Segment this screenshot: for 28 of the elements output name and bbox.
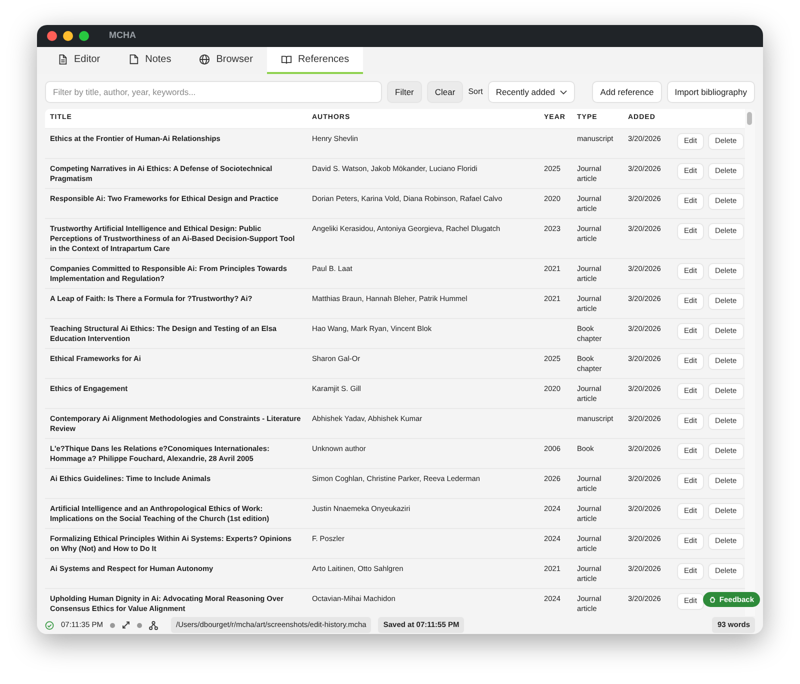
window-title: MCHA (109, 29, 136, 42)
sort-label: Sort (468, 86, 483, 98)
filter-button[interactable]: Filter (387, 81, 422, 103)
table-row[interactable] (45, 218, 745, 258)
book-icon (280, 54, 292, 65)
globe-icon (199, 54, 210, 65)
page-icon (128, 54, 140, 65)
search-field[interactable]: Filter by title, author, year, keywords... (45, 81, 382, 103)
zoom-button[interactable] (79, 31, 89, 41)
bug-icon (709, 596, 716, 603)
document-icon (57, 54, 68, 65)
minimize-button[interactable] (63, 31, 73, 41)
chevron-down-icon (560, 90, 568, 94)
scrollbar-thumb[interactable] (747, 112, 752, 125)
tab[interactable]: Browser (185, 47, 267, 74)
close-button[interactable] (47, 31, 57, 41)
clear-button[interactable]: Clear (426, 81, 464, 103)
status-dot (136, 622, 142, 628)
tab[interactable]: References (266, 47, 364, 74)
check-circle-icon (45, 620, 54, 630)
import-button[interactable]: Import bibliography (666, 81, 755, 103)
add-reference-button[interactable]: Add reference (592, 81, 662, 103)
tab[interactable]: Notes (114, 47, 186, 74)
status-dot (110, 622, 115, 628)
expand-icon[interactable] (122, 621, 130, 629)
tab[interactable]: Editor (43, 47, 114, 74)
network-icon[interactable] (148, 620, 158, 630)
sort-dropdown[interactable]: Recently added (488, 81, 576, 103)
